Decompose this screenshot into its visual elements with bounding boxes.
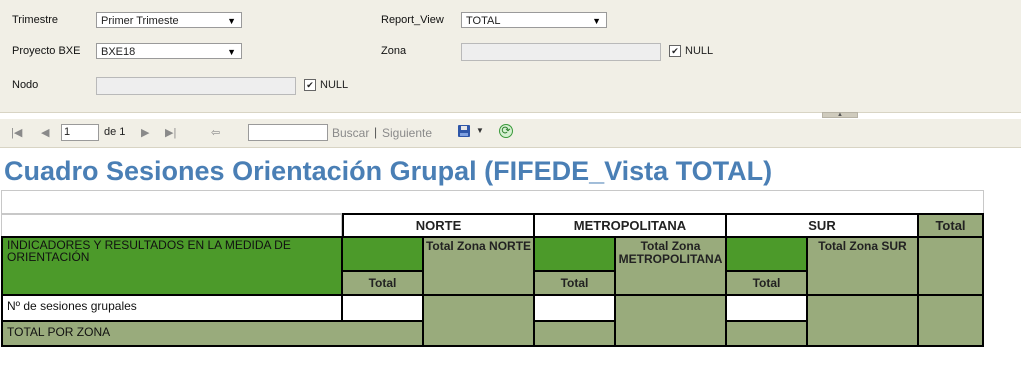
metro-sesiones-value [533, 294, 616, 322]
blank-header-cell [1, 214, 342, 238]
total-column-header [917, 236, 984, 296]
sur-sesiones-value [725, 294, 808, 322]
norte-subtotal-label: Total [341, 270, 424, 296]
proyecto-select[interactable]: BXE18 ▼ [96, 43, 242, 59]
proyecto-value: BXE18 [101, 46, 136, 58]
metro-total-por-zona [533, 320, 616, 347]
proyecto-label: Proyecto BXE [12, 45, 81, 57]
header-norte: NORTE [342, 213, 535, 238]
sur-dark-cell [725, 236, 808, 272]
header-sur: SUR [725, 213, 919, 238]
norte-sesiones-value [341, 294, 424, 322]
metro-subtotal-label: Total [533, 270, 616, 296]
chevron-down-icon: ▼ [227, 47, 236, 57]
total-zona-sur: Total Zona SUR [806, 236, 919, 296]
zona-input[interactable] [461, 43, 661, 61]
parameter-panel: Trimestre Primer Trimeste ▼ Proyecto BXE… [0, 0, 1021, 113]
header-total: Total [917, 213, 984, 238]
back-to-parent-icon[interactable]: ⇦ [211, 126, 220, 139]
zona-label: Zona [381, 45, 407, 57]
total-zona-norte: Total Zona NORTE [422, 236, 535, 296]
report-toolbar: |◀ ◀ 1 de 1 ▶ ▶| ⇦ Buscar | Siguiente ▼ … [0, 119, 1021, 148]
last-page-icon[interactable]: ▶| [165, 126, 176, 139]
nodo-input[interactable] [96, 77, 296, 95]
nodo-null-checkbox[interactable]: ✔ NULL [304, 79, 348, 91]
chevron-down-icon[interactable]: ▼ [476, 126, 484, 135]
first-page-icon[interactable]: |◀ [11, 126, 22, 139]
indicator-header: INDICADORES Y RESULTADOS EN LA MEDIDA DE… [1, 236, 343, 296]
row-sesiones-label: Nº de sesiones grupales [1, 294, 343, 322]
total-zona-metropolitana: Total Zona METROPOLITANA [614, 236, 727, 296]
search-input[interactable] [248, 124, 328, 141]
next-page-icon[interactable]: ▶ [141, 126, 149, 139]
chevron-down-icon: ▼ [227, 16, 236, 26]
find-next-link[interactable]: Siguiente [382, 126, 432, 140]
total-zona-metro-body [614, 294, 727, 347]
header-metropolitana: METROPOLITANA [533, 213, 727, 238]
export-save-icon[interactable] [458, 125, 470, 137]
chevron-down-icon: ▼ [592, 16, 601, 26]
trimestre-label: Trimestre [12, 14, 59, 26]
checkmark-icon: ✔ [669, 45, 681, 57]
trimestre-value: Primer Trimeste [101, 15, 179, 27]
report-view-select[interactable]: TOTAL ▼ [461, 12, 607, 28]
previous-page-icon[interactable]: ◀ [41, 126, 49, 139]
nodo-null-label: NULL [320, 79, 349, 91]
sur-total-por-zona [725, 320, 808, 347]
page-number-input[interactable]: 1 [61, 124, 99, 141]
report-title: Cuadro Sesiones Orientación Grupal (FIFE… [4, 156, 773, 186]
blank-header-row [1, 190, 984, 214]
toolbar-separator: | [374, 125, 378, 139]
nodo-label: Nodo [12, 79, 39, 91]
find-link[interactable]: Buscar [332, 126, 369, 140]
zona-null-label: NULL [685, 45, 714, 57]
zona-null-checkbox[interactable]: ✔ NULL [669, 45, 713, 57]
metro-dark-cell [533, 236, 616, 272]
collapse-params-handle[interactable]: ▲ [822, 112, 858, 118]
report-view-label: Report_View [381, 14, 444, 26]
page-count: de 1 [104, 126, 126, 138]
norte-dark-cell [341, 236, 424, 272]
checkmark-icon: ✔ [304, 79, 316, 91]
total-zona-norte-body [422, 294, 535, 347]
grand-total-body [917, 294, 984, 347]
trimestre-select[interactable]: Primer Trimeste ▼ [96, 12, 242, 28]
total-zona-sur-body [806, 294, 919, 347]
refresh-icon[interactable]: ⟳ [499, 124, 513, 138]
row-total-por-zona-label: TOTAL POR ZONA [1, 320, 424, 347]
report-view-value: TOTAL [466, 15, 501, 27]
sur-subtotal-label: Total [725, 270, 808, 296]
